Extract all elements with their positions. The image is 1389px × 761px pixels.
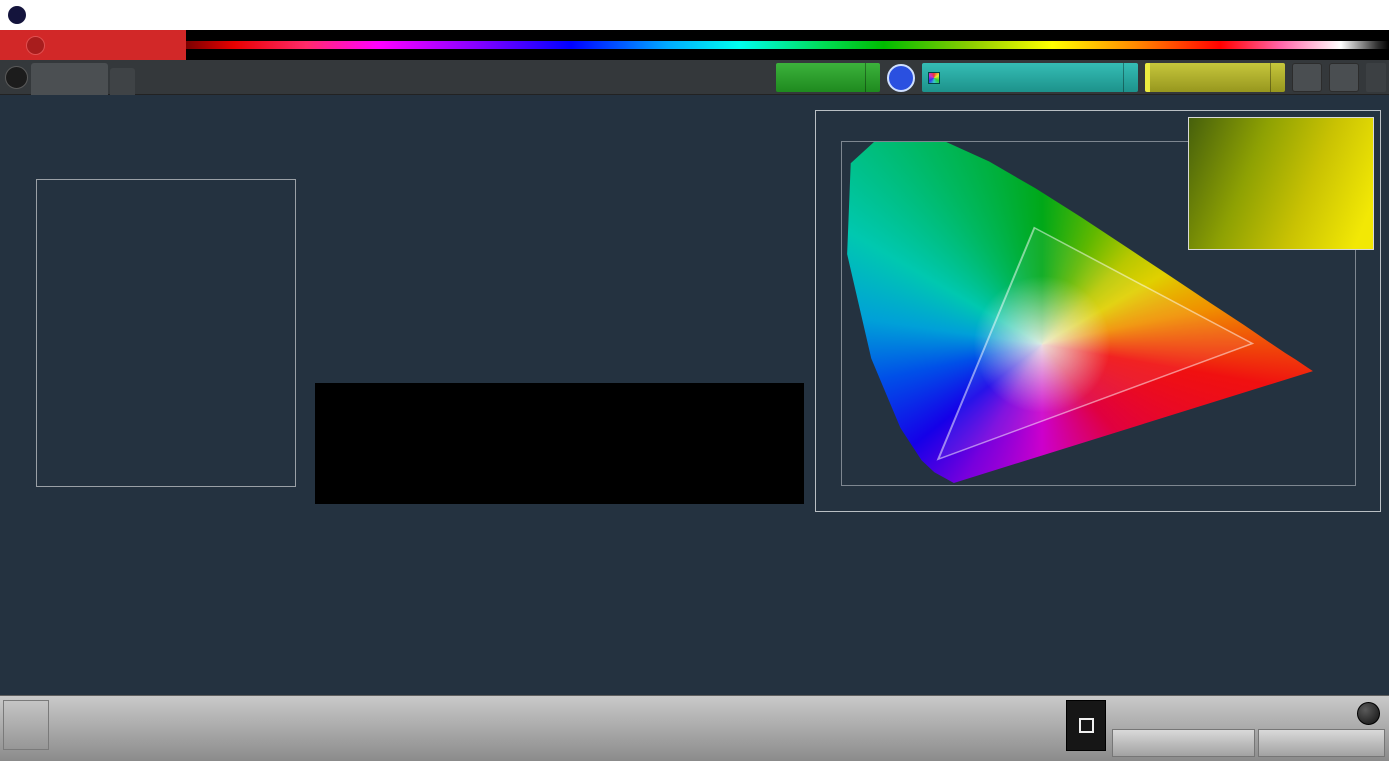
cie-y-axis <box>817 141 839 486</box>
meter-count-badge[interactable] <box>887 63 915 92</box>
add-tab-button[interactable] <box>110 68 135 95</box>
chevron-down-icon[interactable] <box>1270 63 1285 92</box>
window-controls <box>1251 0 1389 30</box>
tab-bar <box>0 60 1389 95</box>
maximize-button[interactable] <box>1297 0 1343 30</box>
title-bar <box>0 0 1389 30</box>
swatch-items <box>331 387 800 502</box>
chevron-down-icon[interactable] <box>865 63 880 92</box>
back-button[interactable] <box>1112 729 1255 757</box>
target-label-wrap <box>317 445 331 503</box>
next-button[interactable] <box>1258 729 1385 757</box>
cie-1931-panel <box>815 110 1381 512</box>
rainbow-gradient-strip <box>186 41 1389 49</box>
workspace <box>0 95 1389 695</box>
chevron-down-icon[interactable] <box>1123 63 1138 92</box>
meter-device-button[interactable] <box>776 63 880 92</box>
logo-caret-icon[interactable] <box>26 35 45 55</box>
brand-bar <box>0 30 1389 60</box>
deltae-y-axis <box>0 179 32 487</box>
actual-target-swatch-panel <box>315 383 804 504</box>
deltae-x-axis <box>36 492 296 506</box>
calman-logo-menu[interactable] <box>0 30 186 60</box>
status-light <box>1357 702 1380 725</box>
collapse-panel-icon[interactable] <box>1366 63 1386 92</box>
close-button[interactable] <box>1343 0 1389 30</box>
pattern-source-button[interactable] <box>922 63 1138 92</box>
panel-expander-icon[interactable] <box>5 66 28 89</box>
display-control-button[interactable] <box>1145 63 1285 92</box>
actual-label-wrap <box>317 387 331 445</box>
stop-pattern-button[interactable] <box>1066 700 1106 751</box>
stop-square-icon <box>1078 718 1094 733</box>
pattern-bar <box>0 695 1389 761</box>
minimize-button[interactable] <box>1251 0 1297 30</box>
help-button[interactable] <box>1329 63 1359 92</box>
app-icon <box>8 6 26 24</box>
cie-x-axis <box>841 489 1356 503</box>
pattern-generator-icon <box>928 71 940 84</box>
active-pattern-indicator[interactable] <box>3 700 49 750</box>
cie-zoom-inset <box>1188 117 1374 250</box>
deltae-chart <box>36 179 296 487</box>
tab-history-1[interactable] <box>31 63 108 95</box>
settings-gear-icon[interactable] <box>1292 63 1322 92</box>
swatch-side-labels <box>317 387 331 502</box>
calman-window <box>0 0 1389 761</box>
device-cluster <box>776 63 1386 92</box>
